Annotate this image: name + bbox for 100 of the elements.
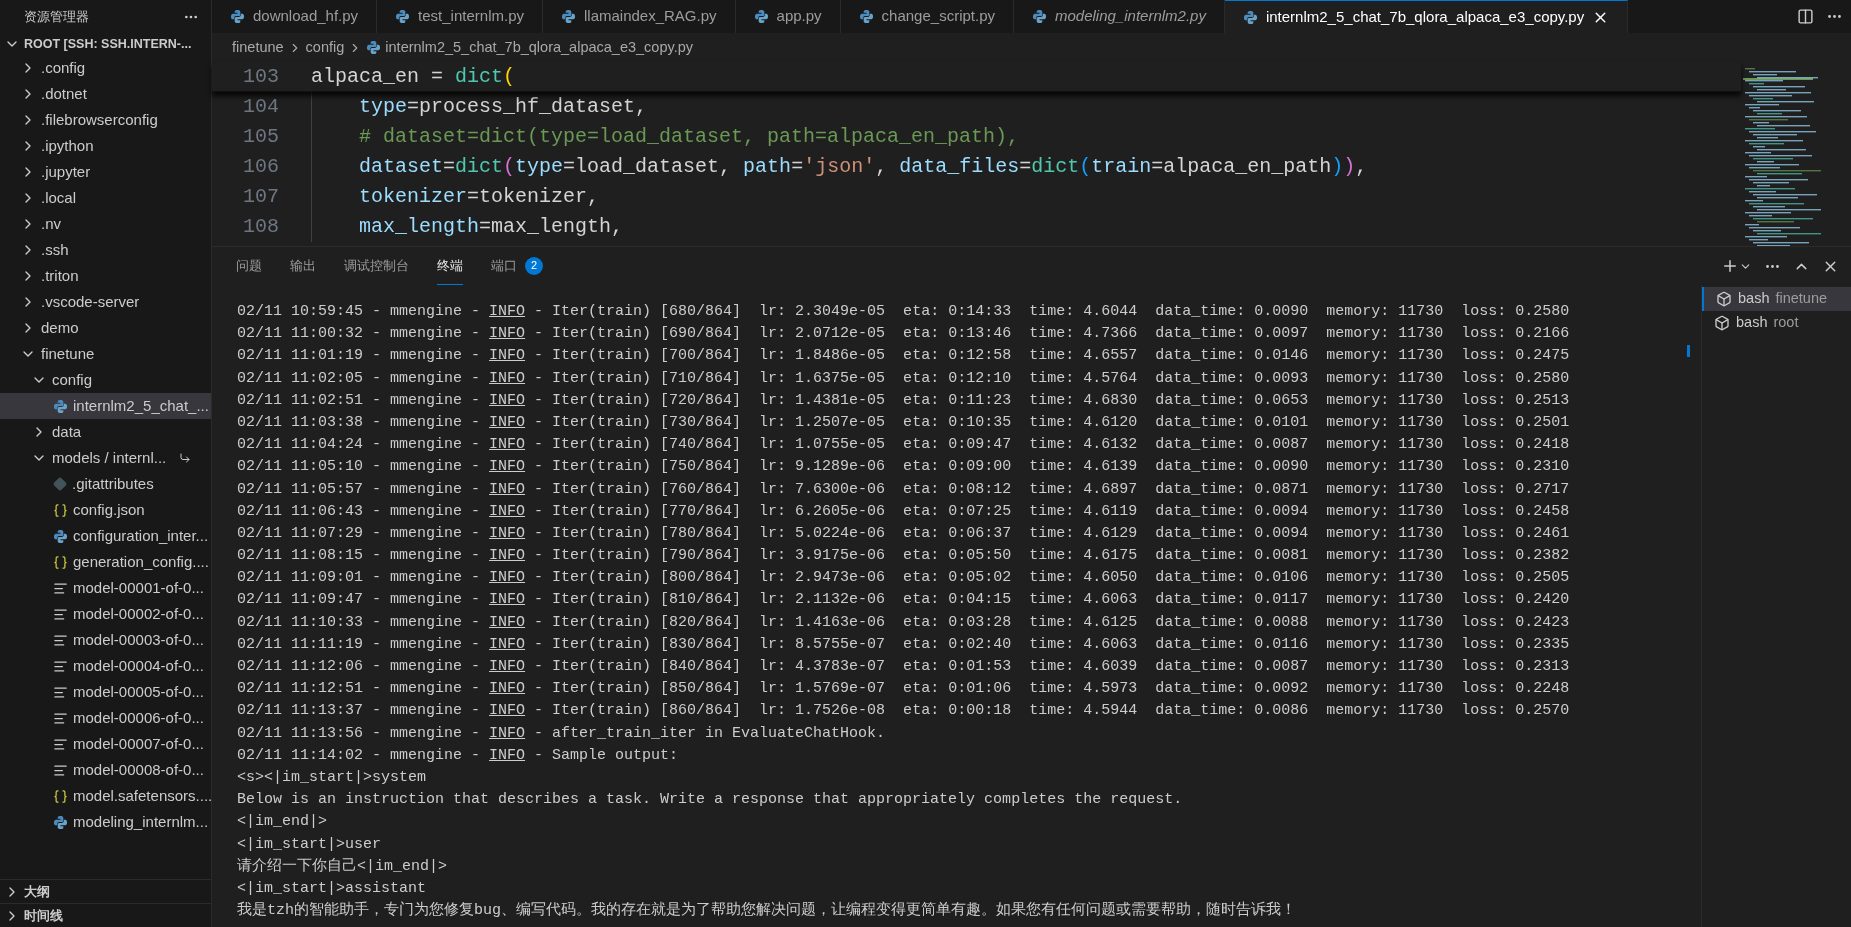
python-icon [395, 9, 411, 24]
log-line: 02/11 11:00:32 - mmengine - INFO - Iter(train) [690/864] lr: 2.0712e-05 eta: 0:13:46 time: 4.7366 data_time: 0.0097 memory: 11730 loss: 0.2166 [237, 324, 1570, 345]
folder-item[interactable]: .ssh [0, 237, 211, 263]
split-editor-icon[interactable] [1797, 8, 1814, 25]
folder-item[interactable]: .triton [0, 263, 211, 289]
folder-item[interactable]: models / internl... [0, 445, 211, 471]
file-item[interactable]: model.safetensors.... [0, 783, 211, 809]
section-header[interactable]: 大纲 [0, 879, 211, 903]
python-icon [561, 9, 576, 24]
line-number: 105 [242, 124, 279, 150]
file-item[interactable]: model-00008-of-0... [0, 757, 211, 783]
panel-tab[interactable]: 终端 [437, 247, 463, 285]
log-line: 02/11 11:13:56 - mmengine - INFO - after_train_iter in EvaluateChatHook. [237, 723, 886, 744]
code-line: dataset=dict(type=load_dataset, path='json', data_files=dict(train=alpaca_en_path)), [359, 154, 1368, 180]
scrollbar-marker [1687, 345, 1690, 357]
text-file-icon [53, 710, 68, 726]
diamond-icon [53, 477, 67, 491]
breadcrumb-item[interactable]: finetune [232, 36, 284, 59]
log-line: 02/11 11:02:05 - mmengine - INFO - Iter(train) [710/864] lr: 1.6375e-05 eta: 0:12:10 time: 4.5764 data_time: 0.0093 memory: 11730 loss: 0.2580 [237, 368, 1570, 389]
add-icon[interactable] [1721, 257, 1739, 275]
panel-tab[interactable]: 端口 2 [491, 247, 543, 285]
file-item[interactable]: model-00001-of-0... [0, 575, 211, 601]
line-number: 104 [242, 94, 279, 120]
log-line: 02/11 11:14:02 - mmengine - INFO - Sample output: [237, 745, 679, 766]
file-item[interactable]: configuration_inter... [0, 523, 211, 549]
file-item[interactable]: model-00005-of-0... [0, 679, 211, 705]
sidebar-title: 资源管理器 [24, 7, 89, 26]
log-line: 02/11 11:12:06 - mmengine - INFO - Iter(train) [840/864] lr: 4.3783e-07 eta: 0:01:53 time: 4.6039 data_time: 0.0087 memory: 11730 loss: 0.2313 [237, 657, 1570, 677]
editor-tab[interactable]: internlm2_5_chat_7b_qlora_alpaca_e3_copy.py [1224, 0, 1629, 33]
file-item[interactable]: model-00002-of-0... [0, 601, 211, 627]
output-line: <|im_start|>user [237, 834, 382, 855]
log-line: 02/11 11:02:51 - mmengine - INFO - Iter(train) [720/864] lr: 1.4381e-05 eta: 0:11:23 time: 4.6830 data_time: 0.0653 memory: 11730 loss: 0.2513 [237, 390, 1570, 411]
log-line: 02/11 11:07:29 - mmengine - INFO - Iter(train) [780/864] lr: 5.0224e-06 eta: 0:06:37 time: 4.6129 data_time: 0.0094 memory: 11730 loss: 0.2461 [237, 523, 1570, 544]
log-line: 02/11 11:05:10 - mmengine - INFO - Iter(train) [750/864] lr: 9.1289e-06 eta: 0:09:00 time: 4.6139 data_time: 0.0090 memory: 11730 loss: 0.2310 [237, 457, 1570, 478]
log-line: 02/11 11:09:47 - mmengine - INFO - Iter(train) [810/864] lr: 2.1132e-06 eta: 0:04:15 time: 4.6063 data_time: 0.0117 memory: 11730 loss: 0.2420 [237, 590, 1570, 611]
log-line: 02/11 11:11:19 - mmengine - INFO - Iter(train) [830/864] lr: 8.5755e-07 eta: 0:02:40 time: 4.6063 data_time: 0.0116 memory: 11730 loss: 0.2335 [237, 634, 1570, 655]
file-item[interactable]: model-00006-of-0... [0, 705, 211, 731]
python-icon [230, 9, 245, 24]
editor-tab[interactable]: modeling_internlm2.py [1014, 0, 1225, 33]
terminal-session[interactable]: bash finetune [1702, 287, 1851, 311]
log-line: 02/11 11:09:01 - mmengine - INFO - Iter(train) [800/864] lr: 2.9473e-06 eta: 0:05:02 time: 4.6050 data_time: 0.0106 memory: 11730 loss: 0.2505 [237, 568, 1570, 589]
folder-item[interactable]: finetune [0, 341, 211, 367]
python-icon [53, 814, 68, 830]
terminal-session[interactable]: bash root [1702, 311, 1851, 335]
file-item[interactable]: model-00003-of-0... [0, 627, 211, 653]
code-line: max_length=max_length, [359, 214, 624, 240]
log-line: 02/11 11:06:43 - mmengine - INFO - Iter(train) [770/864] lr: 6.2605e-06 eta: 0:07:25 time: 4.6119 data_time: 0.0094 memory: 11730 loss: 0.2458 [237, 501, 1570, 522]
file-item[interactable]: model-00007-of-0... [0, 731, 211, 757]
editor-tab[interactable]: change_script.py [840, 0, 1014, 33]
file-item[interactable]: modeling_internlm... [0, 809, 211, 835]
folder-item[interactable]: .local [0, 185, 211, 211]
python-icon [1242, 9, 1258, 25]
folder-item[interactable]: config [0, 367, 211, 393]
breadcrumb-item[interactable]: config [305, 36, 345, 59]
log-line: 02/11 11:04:24 - mmengine - INFO - Iter(train) [740/864] lr: 1.0755e-05 eta: 0:09:47 time: 4.6132 data_time: 0.0087 memory: 11730 loss: 0.2418 [237, 435, 1570, 456]
folder-item[interactable]: .config [0, 55, 211, 81]
line-number: 106 [242, 154, 279, 180]
python-icon [53, 528, 68, 544]
log-line: 02/11 11:08:15 - mmengine - INFO - Iter(train) [790/864] lr: 3.9175e-06 eta: 0:05:50 time: 4.6175 data_time: 0.0081 memory: 11730 loss: 0.2382 [237, 546, 1570, 567]
output-line: <|im_start|>assistant [237, 878, 427, 899]
braces-icon [53, 502, 68, 518]
breadcrumb-item[interactable]: internlm2_5_chat_7b_qlora_alpaca_e3_copy.py [385, 36, 693, 59]
code-line: alpaca_en = dict( [311, 63, 516, 90]
python-icon [753, 9, 769, 24]
count-badge: 2 [525, 256, 543, 275]
file-item[interactable]: internlm2_5_chat_... [0, 393, 211, 419]
output-line: 请介绍一下你自己<|im_end|> [237, 856, 447, 877]
panel-tab[interactable]: 问题 [236, 247, 262, 285]
folder-item[interactable]: .ipython [0, 133, 211, 159]
folder-item[interactable]: data [0, 419, 211, 445]
code-line: type=process_hf_dataset, [359, 94, 648, 120]
panel-tab[interactable]: 调试控制台 [344, 247, 409, 285]
editor-tab[interactable]: test_internlm.py [377, 0, 543, 33]
editor-tab[interactable]: app.py [735, 0, 841, 33]
folder-item[interactable]: .dotnet [0, 81, 211, 107]
section-header[interactable]: 时间线 [0, 903, 211, 927]
python-icon [53, 398, 68, 414]
folder-item[interactable]: .jupyter [0, 159, 211, 185]
python-icon [858, 9, 874, 24]
log-line: 02/11 11:03:38 - mmengine - INFO - Iter(train) [730/864] lr: 1.2507e-05 eta: 0:10:35 time: 4.6120 data_time: 0.0101 memory: 11730 loss: 0.2501 [237, 412, 1570, 433]
folder-item[interactable]: demo [0, 315, 211, 341]
folder-item[interactable]: .filebrowserconfig [0, 107, 211, 133]
code-line: tokenizer=tokenizer, [359, 184, 600, 210]
python-icon [366, 40, 382, 55]
folder-item[interactable]: .vscode-server [0, 289, 211, 315]
output-line: Below is an instruction that describes a task. Write a response that appropriately completes the request. [237, 790, 1183, 811]
root-folder-header[interactable]: ROOT [SSH: SSH.INTERN-... [0, 33, 211, 55]
panel-tab[interactable]: 输出 [290, 247, 316, 285]
folder-item[interactable]: .nv [0, 211, 211, 237]
file-item[interactable]: model-00004-of-0... [0, 653, 211, 679]
log-line: 02/11 11:12:51 - mmengine - INFO - Iter(train) [850/864] lr: 1.5769e-07 eta: 0:01:06 time: 4.5973 data_time: 0.0092 memory: 11730 loss: 0.2248 [237, 679, 1570, 700]
file-item[interactable]: .gitattributes [0, 471, 211, 497]
editor-tab[interactable]: download_hf.py [212, 0, 378, 33]
editor-tab[interactable]: llamaindex_RAG.py [543, 0, 736, 33]
line-number: 108 [242, 214, 279, 240]
braces-icon [53, 554, 68, 570]
file-item[interactable]: config.json [0, 497, 211, 523]
code-line: # dataset=dict(type=load_dataset, path=alpaca_en_path), [359, 124, 1020, 150]
file-item[interactable]: generation_config.... [0, 549, 211, 575]
log-line: 02/11 11:10:33 - mmengine - INFO - Iter(train) [820/864] lr: 1.4163e-06 eta: 0:03:28 time: 4.6125 data_time: 0.0088 memory: 11730 loss: 0.2423 [237, 612, 1570, 633]
